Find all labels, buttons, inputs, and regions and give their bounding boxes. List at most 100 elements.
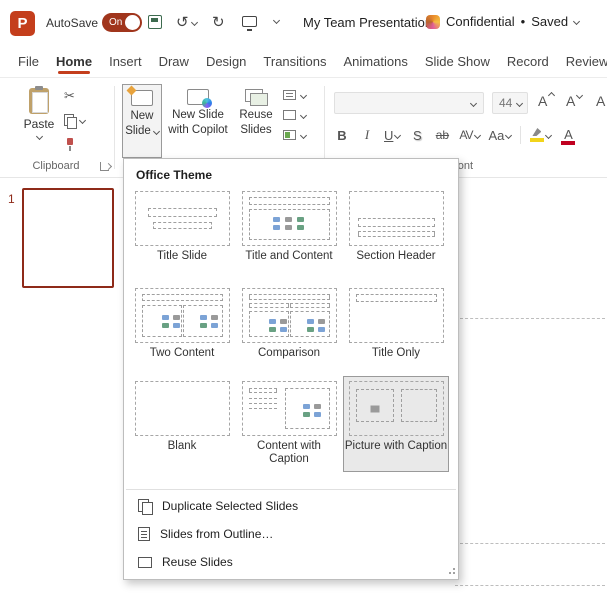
autosave-label: AutoSave: [46, 16, 98, 30]
saved-chevron-icon[interactable]: [573, 18, 580, 25]
group-separator: [324, 86, 325, 169]
sensitivity-label: Confidential: [446, 14, 515, 29]
reset-chevron-icon[interactable]: [300, 111, 307, 118]
layout-label: Content with Caption: [237, 440, 341, 466]
tab-animations[interactable]: Animations: [344, 46, 408, 77]
clear-formatting-button[interactable]: A: [596, 93, 605, 109]
sensitivity-status[interactable]: Confidential • Saved: [426, 14, 579, 29]
character-spacing-button[interactable]: AV: [459, 128, 479, 142]
new-slide-button[interactable]: New Slide: [122, 84, 162, 158]
sensitivity-badge-icon: [426, 15, 440, 29]
layout-section-header[interactable]: Section Header: [344, 187, 448, 263]
redo-button[interactable]: ↻: [212, 13, 225, 32]
document-title[interactable]: My Team Presentation: [303, 15, 432, 30]
powerpoint-app-icon[interactable]: P: [10, 11, 35, 36]
resize-grip[interactable]: [447, 568, 455, 576]
text-shadow-button[interactable]: S: [409, 128, 425, 143]
layout-thumbnail: [349, 288, 444, 343]
grow-font-button[interactable]: A: [538, 93, 554, 109]
layout-blank[interactable]: Blank: [130, 377, 234, 453]
new-slide-layout-dropdown: Office Theme Title Slide Title and Conte…: [123, 158, 459, 580]
tab-transitions[interactable]: Transitions: [263, 46, 326, 77]
save-icon[interactable]: [148, 15, 162, 29]
layout-label: Title Only: [344, 347, 448, 360]
highlight-chevron-icon[interactable]: [545, 131, 552, 138]
reuse-slides-icon: [245, 89, 267, 105]
gallery-title: Office Theme: [136, 168, 212, 182]
quick-access-more-chevron-icon[interactable]: [273, 17, 280, 24]
layout-title-slide[interactable]: Title Slide: [130, 187, 234, 263]
highlight-color-button[interactable]: [530, 128, 551, 142]
underline-button[interactable]: U: [384, 128, 400, 143]
bold-button[interactable]: B: [334, 128, 350, 143]
layout-two-content[interactable]: Two Content: [130, 284, 234, 360]
reset-slide-icon: [283, 110, 296, 120]
reset-slide-button[interactable]: [283, 108, 306, 122]
font-size-chevron-icon[interactable]: [516, 99, 523, 106]
layout-thumbnail: [242, 288, 337, 343]
strikethrough-button[interactable]: ab: [434, 128, 450, 142]
slides-from-outline-item[interactable]: Slides from Outline…: [125, 520, 457, 548]
present-icon[interactable]: [242, 16, 257, 27]
saved-status: Saved: [531, 14, 568, 29]
font-name-chevron-icon[interactable]: [470, 99, 477, 106]
copilot-label-line1: New Slide: [172, 109, 224, 122]
layout-label: Picture with Caption: [344, 440, 448, 453]
placeholder-outline: [460, 543, 605, 544]
shrink-font-button[interactable]: A: [566, 93, 582, 109]
underline-chevron-icon[interactable]: [394, 131, 401, 138]
reuse-slides-button[interactable]: Reuse Slides: [233, 84, 279, 158]
tab-home[interactable]: Home: [56, 46, 92, 77]
layout-thumbnail: [349, 381, 444, 436]
status-separator: •: [521, 14, 526, 29]
font-color-button[interactable]: A: [560, 127, 576, 143]
layout-title-only[interactable]: Title Only: [344, 284, 448, 360]
layout-picture-with-caption[interactable]: Picture with Caption: [344, 377, 448, 471]
char-spacing-chevron-icon[interactable]: [473, 131, 480, 138]
clipboard-dialog-launcher-icon[interactable]: [100, 162, 109, 171]
undo-chevron-icon[interactable]: [191, 18, 198, 25]
tab-design[interactable]: Design: [206, 46, 246, 77]
autosave-toggle[interactable]: On: [102, 13, 142, 32]
tab-file[interactable]: File: [18, 46, 39, 77]
tab-review[interactable]: Review: [566, 46, 607, 77]
tab-draw[interactable]: Draw: [159, 46, 189, 77]
font-color-icon: A: [561, 127, 575, 143]
slide-layout-button[interactable]: [283, 88, 306, 102]
tab-insert[interactable]: Insert: [109, 46, 142, 77]
font-size-combobox[interactable]: 44: [492, 92, 528, 114]
new-slide-with-copilot-button[interactable]: New Slide with Copilot: [167, 84, 229, 158]
paste-chevron-icon[interactable]: [35, 133, 42, 140]
section-chevron-icon[interactable]: [300, 131, 307, 138]
reuse-slides-menu-icon: [138, 557, 152, 568]
undo-button[interactable]: ↺: [176, 13, 197, 31]
italic-button[interactable]: I: [359, 127, 375, 143]
toggle-knob-icon: [125, 15, 140, 30]
copy-button[interactable]: [64, 112, 85, 128]
duplicate-slides-icon: [138, 499, 152, 513]
slide-layout-icon: [283, 90, 296, 100]
menu-item-label: Reuse Slides: [162, 555, 233, 569]
section-button[interactable]: [283, 128, 306, 142]
cut-button[interactable]: ✂: [64, 88, 85, 104]
layout-title-and-content[interactable]: Title and Content: [237, 187, 341, 263]
change-case-chevron-icon[interactable]: [505, 131, 512, 138]
duplicate-selected-slides-item[interactable]: Duplicate Selected Slides: [125, 492, 457, 520]
slide-thumbnail[interactable]: [22, 188, 114, 288]
format-painter-button[interactable]: [64, 136, 85, 152]
copy-icon: [64, 114, 76, 127]
sparkle-icon: [127, 86, 137, 96]
new-slide-label-line1: New: [130, 110, 153, 123]
layout-content-with-caption[interactable]: Content with Caption: [237, 377, 341, 466]
reuse-slides-item[interactable]: Reuse Slides: [125, 548, 457, 576]
paste-button[interactable]: Paste: [16, 84, 62, 158]
reuse-label-line2: Slides: [240, 124, 271, 137]
copy-chevron-icon[interactable]: [79, 116, 86, 123]
tab-record[interactable]: Record: [507, 46, 549, 77]
font-name-combobox[interactable]: [334, 92, 484, 114]
layout-chevron-icon[interactable]: [300, 91, 307, 98]
change-case-button[interactable]: Aa: [489, 128, 512, 143]
new-slide-chevron-icon[interactable]: [153, 128, 160, 135]
layout-comparison[interactable]: Comparison: [237, 284, 341, 360]
tab-slide-show[interactable]: Slide Show: [425, 46, 490, 77]
